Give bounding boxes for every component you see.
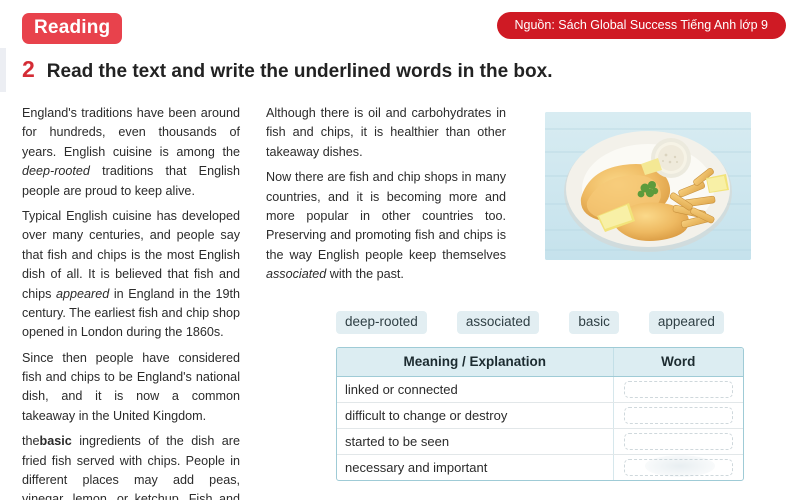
- word-drop-box[interactable]: [623, 459, 733, 476]
- table-header-row: Meaning / Explanation Word: [337, 348, 743, 377]
- passage-text: the: [22, 434, 40, 449]
- table-row: started to be seen: [337, 428, 743, 455]
- column-header-meaning: Meaning / Explanation: [337, 348, 614, 377]
- reading-exercise-page: Reading Nguồn: Sách Global Success Tiếng…: [0, 0, 800, 500]
- passage-text: Since then people have considered fish a…: [22, 350, 240, 423]
- meaning-cell: necessary and important: [345, 460, 488, 475]
- word-chip[interactable]: basic: [569, 311, 619, 335]
- word-chip[interactable]: associated: [456, 311, 540, 335]
- passage-paragraph: thebasic ingredients of the dish are fri…: [22, 432, 240, 500]
- column-header-word: Word: [612, 348, 743, 377]
- table-row: linked or connected: [337, 376, 743, 403]
- word-chip[interactable]: appeared: [648, 311, 724, 335]
- question-prompt: Read the text and write the underlined w…: [46, 61, 553, 82]
- passage-column-left: England's traditions have been around fo…: [22, 104, 240, 500]
- word-drop-cell[interactable]: [612, 376, 743, 403]
- passage-paragraph: Although there is oil and carbohydrates …: [266, 104, 506, 162]
- meaning-cell: started to be seen: [337, 428, 614, 455]
- meaning-cell: difficult to change or destroy: [337, 402, 614, 429]
- word-drop-cell[interactable]: [612, 454, 743, 480]
- section-label-reading: Reading: [22, 13, 123, 44]
- source-badge: Nguồn: Sách Global Success Tiếng Anh lớp…: [496, 12, 786, 40]
- passage-text: England's traditions have been around fo…: [22, 106, 240, 159]
- passage-paragraph: England's traditions have been around fo…: [22, 104, 240, 201]
- passage-column-middle: Although there is oil and carbohydrates …: [266, 104, 506, 285]
- word-drop-box[interactable]: [623, 433, 733, 450]
- passage-paragraph: Typical English cuisine has developed ov…: [22, 207, 240, 343]
- table-row: difficult to change or destroy: [337, 402, 743, 429]
- matching-table-wrapper: Meaning / Explanation Word linked or con…: [336, 347, 744, 481]
- underlined-vocab-word: associated: [266, 267, 327, 282]
- word-chip[interactable]: deep-rooted: [336, 311, 427, 335]
- underlined-vocab-word: appeared: [56, 286, 110, 301]
- passage-text: Although there is oil and carbohydrates …: [266, 106, 506, 159]
- word-drop-cell[interactable]: [612, 402, 743, 429]
- word-drop-box[interactable]: [623, 407, 733, 424]
- question-number: 2: [22, 56, 35, 82]
- fish-and-chips-photo: [545, 112, 751, 260]
- underlined-vocab-word: basic: [39, 434, 72, 449]
- word-drop-cell[interactable]: [612, 428, 743, 455]
- word-drop-box[interactable]: [623, 381, 733, 398]
- meaning-cell: linked or connected: [337, 376, 614, 403]
- passage-paragraph: Now there are fish and chip shops in man…: [266, 168, 506, 284]
- question-heading: 2 Read the text and write the underlined…: [22, 58, 552, 83]
- left-edge-strip: [0, 48, 6, 92]
- passage-paragraph: Since then people have considered fish a…: [22, 349, 240, 427]
- underlined-vocab-word: deep-rooted: [22, 164, 90, 179]
- table-row: necessary and important: [337, 454, 743, 480]
- passage-text: Now there are fish and chip shops in man…: [266, 170, 506, 262]
- word-bank: deep-rooted associated basic appeared: [336, 311, 756, 335]
- passage-text: with the past.: [326, 267, 404, 282]
- matching-table: Meaning / Explanation Word linked or con…: [337, 348, 743, 480]
